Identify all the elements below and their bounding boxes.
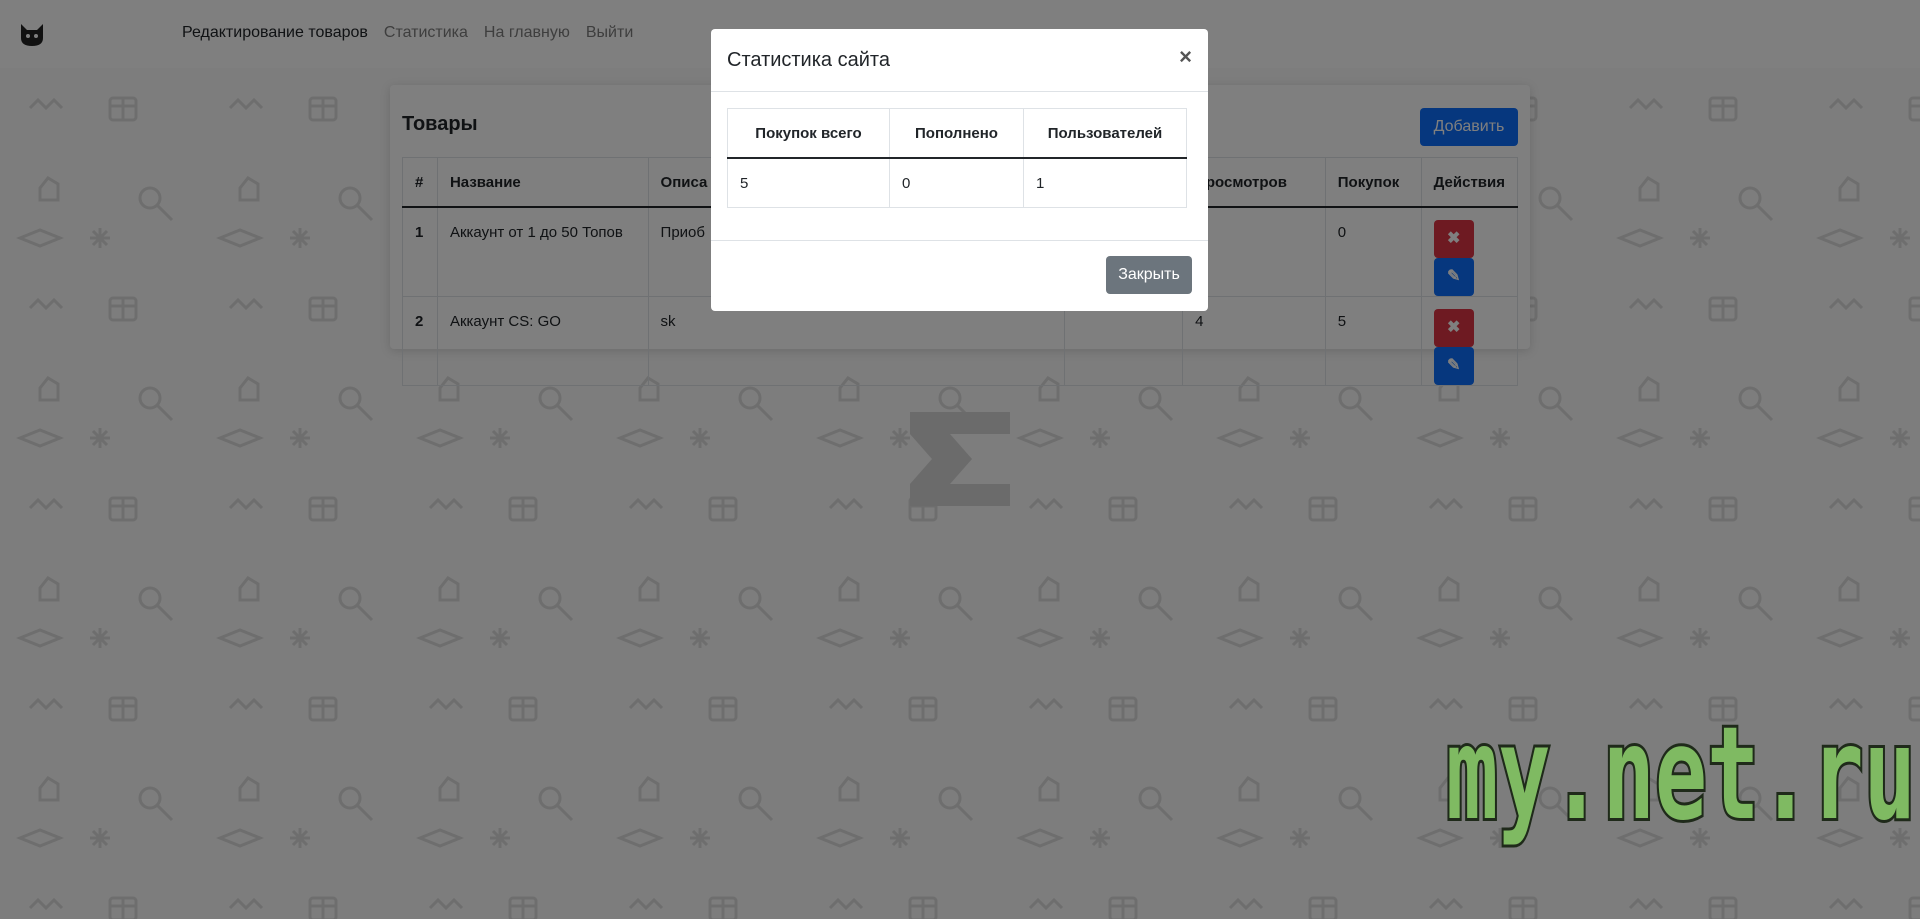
replenished-value: 0 [889,157,1024,208]
stats-table: Покупок всего Пополнено Пользователей 5 … [727,108,1187,208]
stats-value-row: 5 0 1 [727,157,1187,208]
modal-title: Статистика сайта [727,49,890,71]
column-header: Пользователей [1023,108,1187,159]
users-value: 1 [1023,157,1187,208]
modal-header: Статистика сайта × [711,29,1208,92]
total-purchases-value: 5 [727,157,890,208]
watermark-logo: my.net.ru [1443,708,1919,852]
column-header: Пополнено [889,108,1024,159]
close-icon[interactable]: × [1179,45,1192,69]
modal-footer: Закрыть [711,240,1208,312]
stats-modal: Статистика сайта × Покупок всего Пополне… [711,29,1208,311]
svg-text:my.net.ru: my.net.ru [1446,708,1916,849]
column-header: Покупок всего [727,108,890,159]
close-button[interactable]: Закрыть [1106,256,1192,294]
stats-header-row: Покупок всего Пополнено Пользователей [727,108,1187,159]
e-logo-icon [910,412,1010,506]
